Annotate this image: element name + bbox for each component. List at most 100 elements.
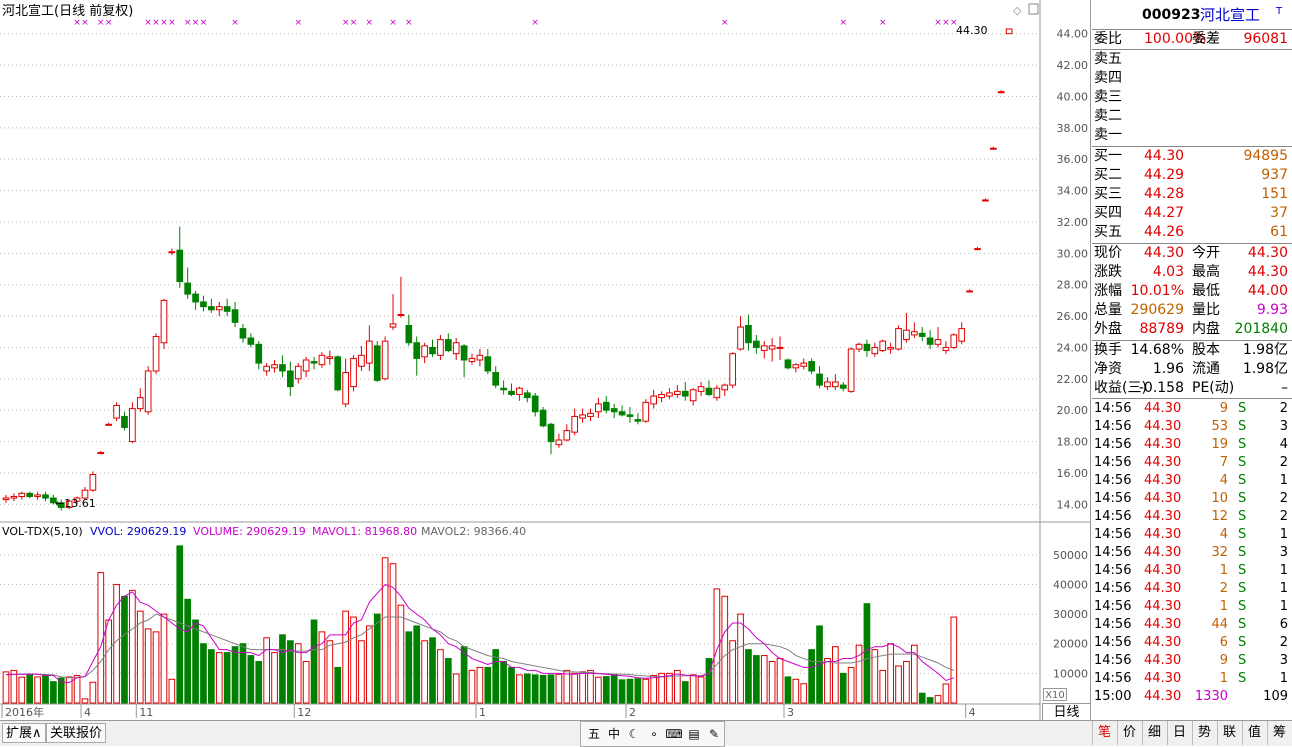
side-tab[interactable]: 笔 — [1092, 721, 1116, 745]
bid-price: 44.27 — [1144, 205, 1185, 221]
bid-label: 买一 — [1094, 148, 1122, 164]
volume-bar — [508, 666, 515, 704]
signal-marker: × — [192, 18, 200, 28]
toolbar-tool-icon[interactable]: ✎ — [705, 725, 723, 743]
candle-body — [563, 430, 571, 441]
candle-body — [721, 384, 729, 391]
side-tab[interactable]: 细 — [1142, 721, 1166, 745]
tick-price: 44.30 — [1144, 455, 1182, 470]
tick-volume: 44 — [1211, 617, 1228, 632]
bid-price: 44.29 — [1144, 167, 1185, 183]
volume-bar — [602, 676, 610, 704]
price-tick-label: 22.00 — [1057, 373, 1089, 386]
side-tab[interactable]: 势 — [1192, 721, 1216, 745]
volume-bar — [595, 676, 602, 704]
signal-marker: × — [184, 18, 192, 28]
kline-chart-svg[interactable]: 44.00 42.00 40.00 38.00 36.00 34.00 32.00 30.00… — [0, 0, 1091, 720]
price-tick-label: 14.00 — [1057, 498, 1089, 511]
volume-tick-label: 40000 — [1053, 578, 1088, 591]
signal-marker: × — [366, 18, 374, 28]
toolbar-tool-icon[interactable]: ▤ — [685, 725, 703, 743]
candle-body — [342, 372, 349, 405]
stat-value: 9.93 — [1256, 302, 1288, 318]
side-tab[interactable]: 日 — [1167, 721, 1191, 745]
tick-row: 14:56 44.30 9 S 2 — [1092, 399, 1292, 418]
toolbar-tool-icon[interactable]: ⌨ — [665, 725, 683, 743]
candle-body — [484, 356, 492, 372]
side-tab[interactable]: 值 — [1242, 721, 1266, 745]
date-label: 4 — [969, 706, 976, 719]
volume-bar — [753, 655, 760, 704]
volume-bar — [745, 649, 752, 704]
volume-bar — [326, 640, 334, 704]
signal-marker: × — [97, 18, 105, 28]
candle-body — [831, 381, 839, 388]
side-tabs: 笔价细日势联值筹 — [1092, 721, 1292, 747]
candle-body — [539, 409, 547, 427]
weibi-row: 委比 100.00% 委差 96081 — [1092, 30, 1292, 49]
window-toggle-icon[interactable] — [1028, 3, 1039, 15]
volume-bar — [705, 658, 713, 704]
tick-row: 14:56 44.30 9 S 3 — [1092, 651, 1292, 670]
candle-body — [595, 403, 602, 413]
volume-bar — [784, 676, 792, 704]
candle-body — [429, 346, 436, 355]
volume-bar — [831, 646, 839, 704]
toolbar-tool-icon[interactable]: 五 — [585, 725, 603, 743]
tick-side: S — [1238, 437, 1247, 452]
signal-marker: × — [105, 18, 113, 28]
related-quotes-tab[interactable]: 关联报价 — [46, 723, 107, 743]
stat-value: 88789 — [1139, 321, 1184, 337]
volume-bar — [444, 658, 452, 704]
candle-body — [737, 326, 744, 350]
tick-price: 44.30 — [1144, 527, 1182, 542]
candle-body — [152, 335, 160, 372]
tick-row: 14:56 44.30 7 S 2 — [1092, 453, 1292, 472]
signal-marker: × — [160, 18, 168, 28]
volume-bar — [129, 589, 136, 704]
toolbar-tool-icon[interactable]: 中 — [605, 725, 623, 743]
expand-tab[interactable]: 扩展∧ — [2, 723, 46, 743]
toolbar-tool-icon[interactable]: ∘ — [645, 725, 663, 743]
volume-bar — [365, 625, 373, 704]
stat-label: 股本 — [1192, 342, 1220, 358]
side-tab[interactable]: 筹 — [1267, 721, 1291, 745]
volume-bar — [334, 666, 342, 704]
stock-name[interactable]: 河北宣工 — [1200, 6, 1260, 25]
price-tick-label: 24.00 — [1057, 341, 1089, 354]
side-tab[interactable]: 联 — [1217, 721, 1241, 745]
tick-volume: 53 — [1211, 419, 1228, 434]
candle-body — [531, 395, 539, 413]
candle-body — [460, 345, 468, 361]
candle-body — [271, 364, 278, 369]
signal-marker: × — [200, 18, 208, 28]
stat-row: 涨跌 4.03 最高 44.30 — [1092, 263, 1292, 282]
tick-volume: 2 — [1219, 581, 1228, 596]
tick-time: 14:56 — [1094, 437, 1132, 452]
ask-row: 卖五 — [1092, 50, 1292, 69]
last-price-tag: 44.30 — [956, 24, 988, 37]
candle-body — [705, 387, 713, 396]
volume-bar — [50, 681, 57, 704]
stat-label: 涨跌 — [1094, 264, 1122, 280]
volume-bar — [563, 669, 571, 704]
signal-marker: × — [405, 18, 413, 28]
candle-body — [626, 414, 634, 417]
candle-body — [516, 387, 523, 396]
tick-row: 14:56 44.30 4 S 1 — [1092, 525, 1292, 544]
candle-body — [958, 328, 966, 342]
candle-body — [18, 492, 26, 497]
kline-chart-area[interactable]: 44.00 42.00 40.00 38.00 36.00 34.00 32.00 30.00… — [0, 0, 1091, 721]
tick-volume: 1 — [1219, 599, 1228, 614]
stat-label: PE(动) — [1192, 380, 1235, 396]
volume-bar — [429, 637, 436, 704]
period-tab-daily[interactable]: 日线 — [1042, 703, 1091, 721]
tick-row: 14:56 44.30 6 S 2 — [1092, 633, 1292, 652]
volume-bar — [516, 674, 523, 704]
toolbar-tool-icon[interactable]: ☾ — [625, 725, 643, 743]
bid-label: 买五 — [1094, 224, 1122, 240]
volume-bar — [184, 598, 192, 704]
volume-bar — [500, 661, 507, 704]
candle-body — [610, 408, 618, 413]
side-tab[interactable]: 价 — [1117, 721, 1141, 745]
